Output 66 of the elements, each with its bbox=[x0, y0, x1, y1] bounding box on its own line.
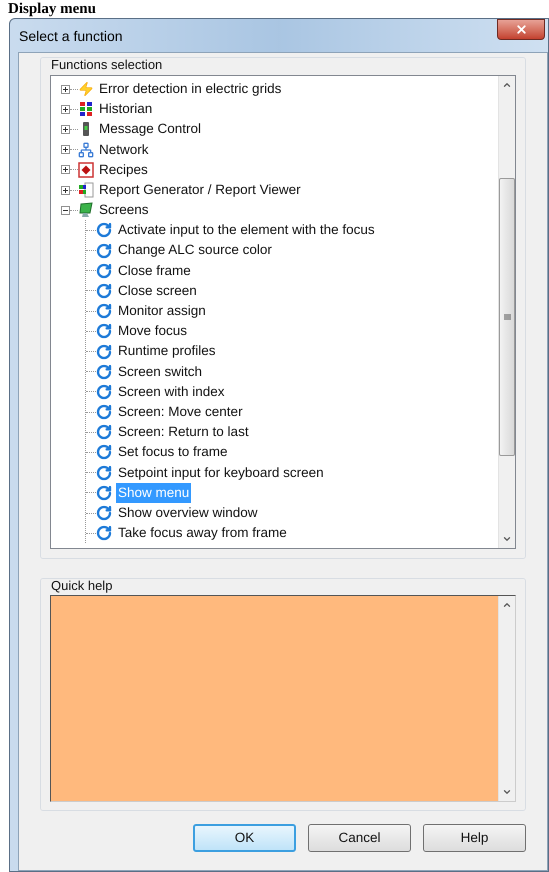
cycle-icon bbox=[96, 344, 112, 360]
tree-item[interactable]: Show overview window bbox=[116, 502, 260, 524]
tree-item[interactable]: Runtime profiles bbox=[116, 341, 218, 362]
collapse-toggle-icon[interactable] bbox=[61, 206, 70, 215]
monitor-icon bbox=[78, 202, 94, 218]
tree-item[interactable]: Historian bbox=[99, 99, 152, 120]
expand-toggle-icon[interactable] bbox=[61, 104, 70, 114]
tree-item[interactable]: Screen: Return to last bbox=[116, 422, 251, 442]
tree-item[interactable]: Network bbox=[99, 140, 149, 160]
cycle-icon bbox=[96, 404, 112, 420]
tree-item[interactable]: Screen with index bbox=[116, 382, 227, 402]
dialog-button[interactable]: OK bbox=[193, 824, 296, 852]
dialog-button[interactable]: Cancel bbox=[308, 824, 411, 852]
scroll-up-icon[interactable] bbox=[502, 80, 512, 90]
tree-item[interactable]: Screen switch bbox=[116, 362, 204, 382]
cycle-icon bbox=[96, 444, 112, 460]
expand-toggle-icon[interactable] bbox=[61, 186, 70, 195]
cycle-icon bbox=[96, 484, 112, 501]
tree-item[interactable]: Message Control bbox=[99, 119, 202, 140]
colored-blocks-icon bbox=[78, 101, 94, 118]
scroll-down-icon[interactable] bbox=[502, 787, 512, 797]
cycle-icon bbox=[96, 303, 112, 320]
lightning-icon bbox=[78, 81, 94, 98]
tree-item[interactable]: Screens bbox=[99, 200, 149, 220]
tree-item[interactable]: Setpoint input for keyboard screen bbox=[116, 462, 326, 483]
cycle-icon bbox=[96, 282, 112, 299]
expand-toggle-icon[interactable] bbox=[61, 145, 70, 154]
cycle-icon bbox=[96, 384, 112, 400]
cycle-icon bbox=[96, 505, 112, 522]
scrollbar[interactable] bbox=[498, 596, 515, 801]
tree-item[interactable]: Set focus to frame bbox=[116, 442, 230, 463]
scrollbar[interactable] bbox=[498, 76, 515, 548]
window-title: Select a function bbox=[19, 27, 123, 46]
group-label: Quick help bbox=[51, 578, 114, 594]
cycle-icon bbox=[96, 364, 112, 380]
tree-item[interactable]: Activate input to the element with the focus bbox=[116, 220, 377, 241]
cycle-icon bbox=[96, 323, 112, 340]
group-label: Functions selection bbox=[51, 57, 164, 73]
expand-toggle-icon[interactable] bbox=[61, 124, 70, 134]
cycle-icon bbox=[96, 525, 112, 542]
scrollbar-thumb[interactable] bbox=[499, 178, 515, 456]
expand-toggle-icon[interactable] bbox=[61, 165, 70, 174]
network-icon bbox=[78, 142, 94, 158]
cycle-icon bbox=[96, 424, 112, 440]
tree-item[interactable]: Move focus bbox=[116, 321, 190, 342]
cycle-icon bbox=[96, 464, 112, 481]
cycle-icon bbox=[96, 242, 112, 259]
cycle-icon bbox=[96, 262, 112, 279]
tree-item[interactable]: Change ALC source color bbox=[116, 240, 274, 261]
tree-item[interactable]: Close screen bbox=[116, 280, 199, 302]
scroll-down-icon[interactable] bbox=[502, 534, 512, 544]
tree-item[interactable]: Take focus away from frame bbox=[116, 523, 289, 544]
tree-item[interactable]: Recipes bbox=[99, 160, 148, 180]
scroll-up-icon[interactable] bbox=[502, 600, 512, 610]
page-heading: Display menu bbox=[7, 0, 97, 18]
tree-item[interactable]: Error detection in electric grids bbox=[99, 78, 282, 100]
tree-item[interactable]: Close frame bbox=[116, 260, 193, 281]
grip-icon bbox=[504, 314, 510, 320]
close-button[interactable] bbox=[497, 19, 545, 40]
close-icon bbox=[514, 23, 528, 36]
expand-toggle-icon[interactable] bbox=[61, 84, 70, 94]
tree-item[interactable]: Report Generator / Report Viewer bbox=[99, 180, 301, 200]
cycle-icon bbox=[96, 222, 112, 238]
tree-item[interactable]: Screen: Move center bbox=[116, 402, 245, 422]
tree-item[interactable]: Monitor assign bbox=[116, 301, 208, 322]
dialog-button[interactable]: Help bbox=[423, 824, 526, 852]
